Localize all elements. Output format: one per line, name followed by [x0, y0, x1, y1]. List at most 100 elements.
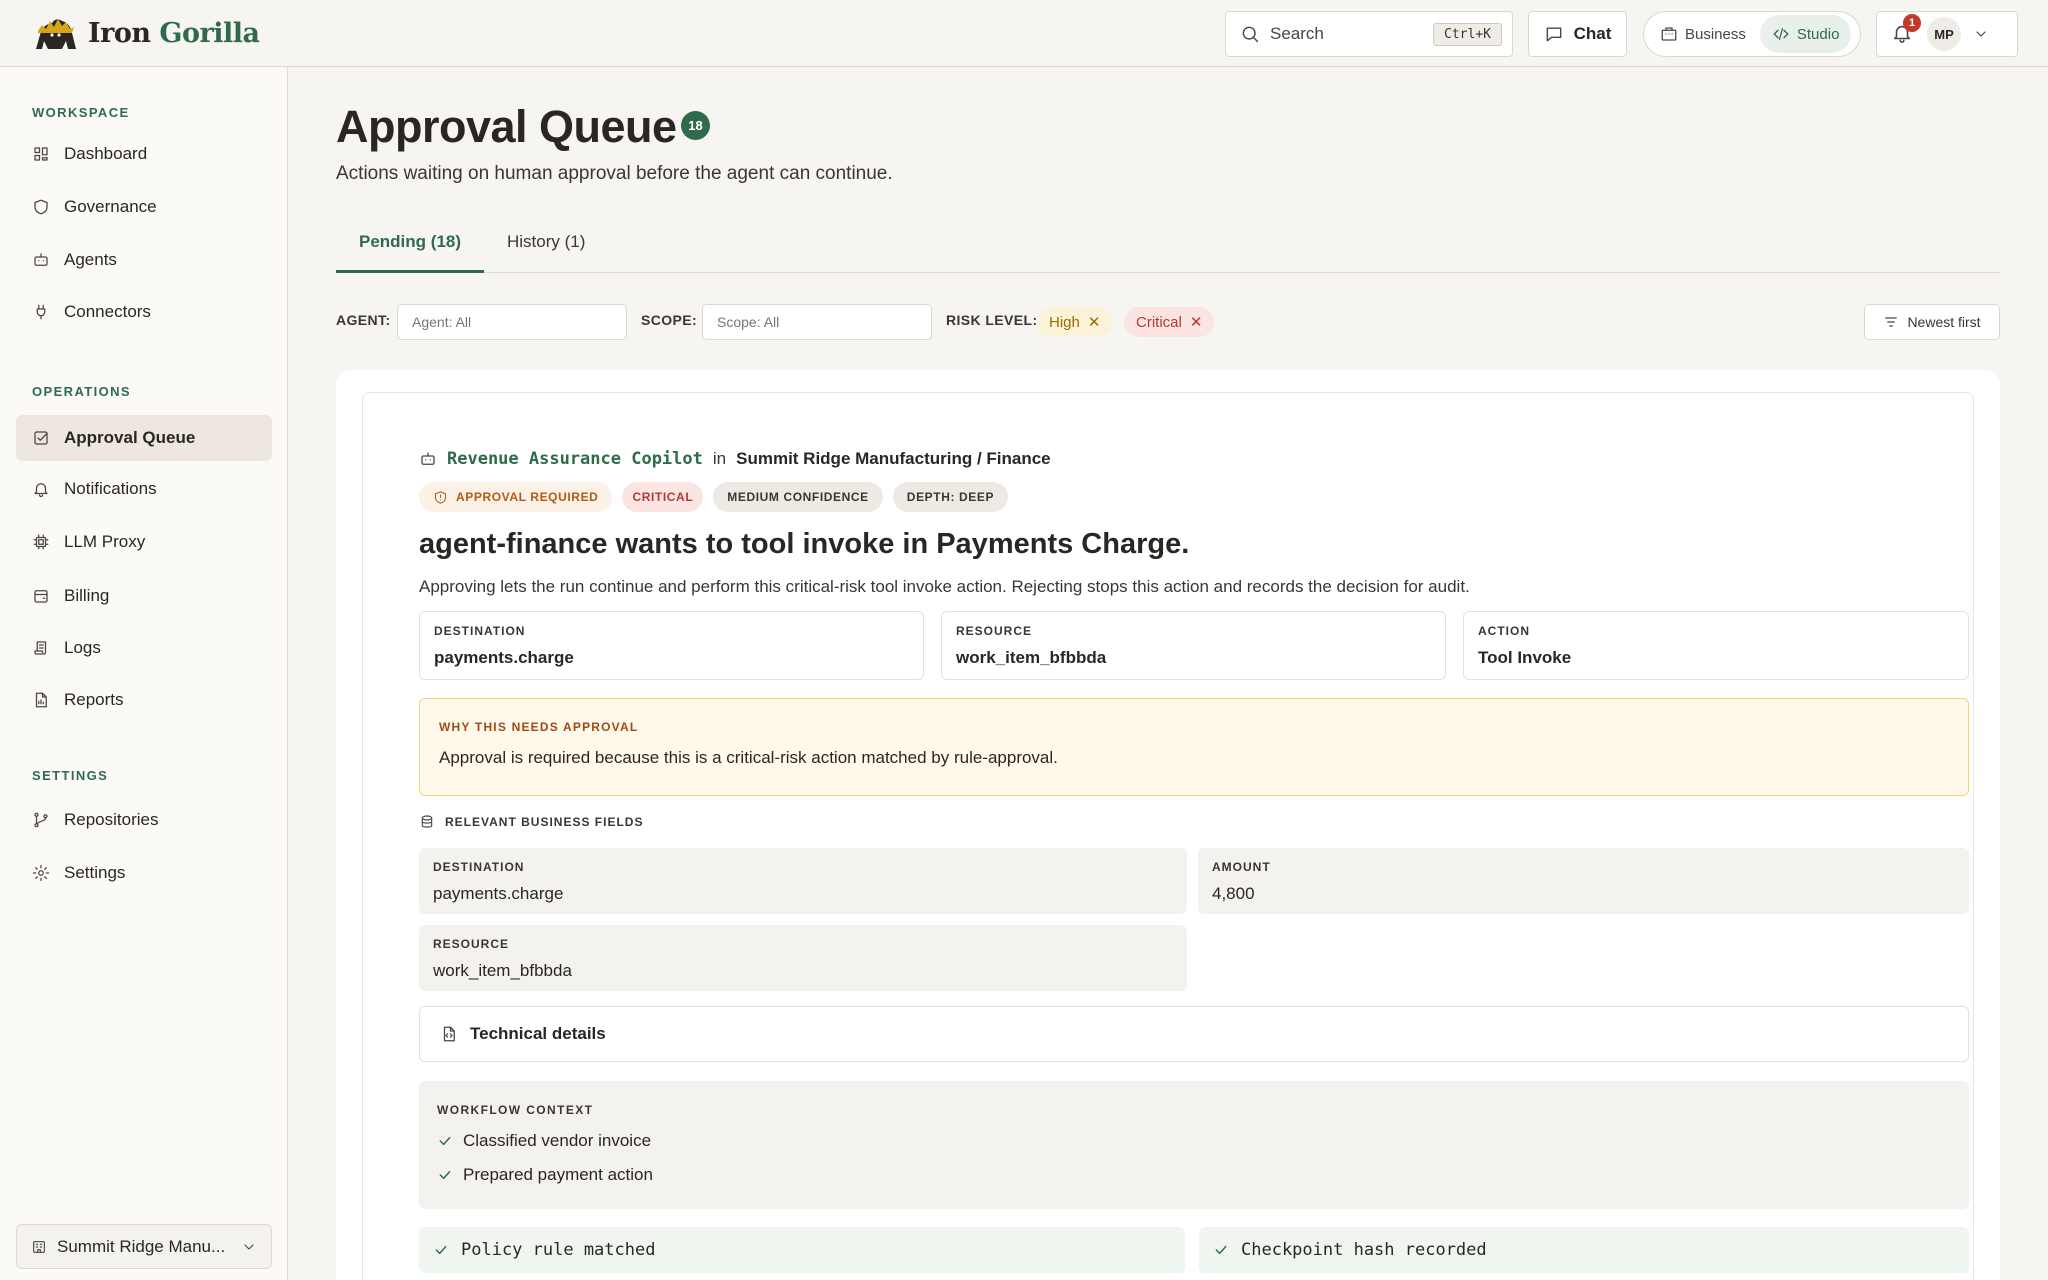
request-headline: agent-finance wants to tool invoke in Pa… [419, 528, 1190, 560]
workflow-context: WORKFLOW CONTEXT Classified vendor invoi… [419, 1081, 1969, 1209]
why-text: Approval is required because this is a c… [439, 748, 1058, 767]
gorilla-icon [36, 19, 76, 49]
sidebar-item-label: Repositories [64, 810, 159, 829]
risk-filter-label: RISK LEVEL: [946, 312, 1038, 328]
dashboard-icon [34, 147, 48, 161]
robot-icon [421, 452, 435, 465]
sidebar-item-billing[interactable]: Billing [16, 573, 272, 619]
org-path: Summit Ridge Manufacturing / Finance [736, 449, 1051, 468]
status-checkpoint-recorded: Checkpoint hash recorded [1199, 1227, 1969, 1273]
sidebar-section-workspace: WORKSPACE [32, 105, 130, 120]
summary-value: payments.charge [434, 648, 574, 667]
pending-count-badge: 18 [681, 111, 710, 140]
top-bar: Iron Gorilla Search Ctrl+K Chat Business… [0, 0, 2048, 67]
mode-business-label: Business [1685, 25, 1746, 43]
summary-value: Tool Invoke [1478, 648, 1572, 667]
sidebar-item-repositories[interactable]: Repositories [16, 797, 272, 843]
workflow-step: Prepared payment action [437, 1165, 1951, 1185]
check-icon [439, 1136, 451, 1146]
sidebar-item-dashboard[interactable]: Dashboard [16, 131, 272, 177]
check-icon [439, 1170, 451, 1180]
status-label: Checkpoint hash recorded [1241, 1240, 1487, 1260]
sidebar-item-notifications[interactable]: Notifications [16, 466, 272, 512]
field-amount: AMOUNT 4,800 [1198, 848, 1969, 914]
sidebar-item-settings[interactable]: Settings [16, 850, 272, 896]
scope-filter-input[interactable]: Scope: All [702, 304, 932, 340]
technical-details-toggle[interactable]: Technical details [419, 1006, 1969, 1062]
badge-row: APPROVAL REQUIRED CRITICAL MEDIUM CONFID… [419, 482, 1009, 512]
notifications-button[interactable]: 1 [1891, 14, 1921, 46]
technical-details-label: Technical details [470, 1024, 606, 1043]
search-placeholder: Search [1270, 24, 1324, 43]
org-switcher-label: Summit Ridge Manu... [57, 1236, 226, 1256]
why-title: WHY THIS NEEDS APPROVAL [439, 720, 639, 734]
sidebar-item-approval-queue[interactable]: Approval Queue [16, 415, 272, 461]
agent-name[interactable]: Revenue Assurance Copilot [447, 449, 703, 469]
sidebar-section-operations: OPERATIONS [32, 384, 131, 399]
critical-badge: CRITICAL [622, 482, 704, 512]
status-label: Policy rule matched [461, 1240, 656, 1260]
agent-filter-input[interactable]: Agent: All [397, 304, 627, 340]
chat-label: Chat [1573, 24, 1612, 43]
check-icon [1215, 1245, 1227, 1255]
search-icon [1242, 26, 1259, 43]
org-switcher[interactable]: Summit Ridge Manu... [16, 1224, 272, 1269]
sidebar-item-label: Billing [64, 586, 110, 605]
sidebar-item-label: Logs [64, 638, 101, 657]
brand-logo[interactable]: Iron Gorilla [32, 14, 260, 52]
main-content: Approval Queue 18 Actions waiting on hum… [289, 67, 2048, 1280]
sort-button[interactable]: Newest first [1864, 304, 2000, 340]
sidebar-item-reports[interactable]: Reports [16, 677, 272, 723]
field-value: work_item_bfbbda [433, 961, 572, 980]
file-code-icon [443, 1026, 455, 1042]
approval-required-badge: APPROVAL REQUIRED [419, 482, 613, 512]
branch-icon [34, 812, 48, 828]
tab-history[interactable]: History (1) [484, 232, 608, 273]
check-icon [435, 1245, 447, 1255]
status-policy-matched: Policy rule matched [419, 1227, 1185, 1273]
field-value: payments.charge [433, 884, 564, 903]
avatar[interactable]: MP [1927, 17, 1961, 51]
business-fields-header: RELEVANT BUSINESS FIELDS [419, 814, 643, 830]
chevron-down-icon[interactable] [1973, 26, 1989, 42]
field-key: RESOURCE [433, 937, 510, 951]
chat-button[interactable]: Chat [1528, 11, 1627, 57]
bell-icon [34, 483, 48, 498]
sidebar-item-connectors[interactable]: Connectors [16, 289, 272, 335]
search-input[interactable]: Search Ctrl+K [1225, 11, 1513, 57]
tab-pending[interactable]: Pending (18) [336, 232, 485, 273]
close-icon[interactable]: ✕ [1190, 313, 1203, 331]
mode-studio[interactable]: Studio [1759, 15, 1852, 53]
brand-name: Iron Gorilla [88, 17, 260, 49]
sidebar-item-logs[interactable]: Logs [16, 625, 272, 671]
summary-key: ACTION [1478, 624, 1530, 638]
in-label: in [712, 449, 727, 468]
sidebar-item-governance[interactable]: Governance [16, 184, 272, 230]
summary-action: ACTION Tool Invoke [1463, 611, 1969, 680]
page-title: Approval Queue [336, 101, 677, 152]
mode-business[interactable]: Business [1648, 15, 1758, 53]
notification-count-badge: 1 [1903, 14, 1921, 32]
field-destination: DESTINATION payments.charge [419, 848, 1187, 914]
sidebar-item-llm-proxy[interactable]: LLM Proxy [16, 519, 272, 565]
sidebar-item-agents[interactable]: Agents [16, 237, 272, 283]
risk-chip-label: High [1049, 313, 1080, 331]
workflow-title: WORKFLOW CONTEXT [437, 1103, 594, 1117]
field-value: 4,800 [1212, 884, 1255, 903]
sort-label: Newest first [1907, 314, 1981, 330]
wallet-icon [34, 590, 48, 603]
sidebar-item-label: LLM Proxy [64, 532, 146, 551]
close-icon[interactable]: ✕ [1088, 313, 1101, 331]
chat-icon [1546, 27, 1561, 42]
user-menu[interactable]: 1 MP [1876, 11, 2018, 57]
queue-panel: Revenue Assurance Copilot in Summit Ridg… [336, 370, 2000, 1280]
sidebar-item-label: Connectors [64, 302, 151, 321]
gear-icon [32, 864, 50, 882]
sidebar-item-label: Approval Queue [64, 428, 196, 447]
field-key: AMOUNT [1212, 860, 1271, 874]
summary-resource: RESOURCE work_item_bfbbda [941, 611, 1446, 680]
risk-chip-critical[interactable]: Critical ✕ [1124, 307, 1215, 337]
building-icon [1661, 27, 1677, 41]
risk-chip-high[interactable]: High ✕ [1037, 307, 1113, 337]
scope-filter-label: SCOPE: [641, 312, 698, 328]
